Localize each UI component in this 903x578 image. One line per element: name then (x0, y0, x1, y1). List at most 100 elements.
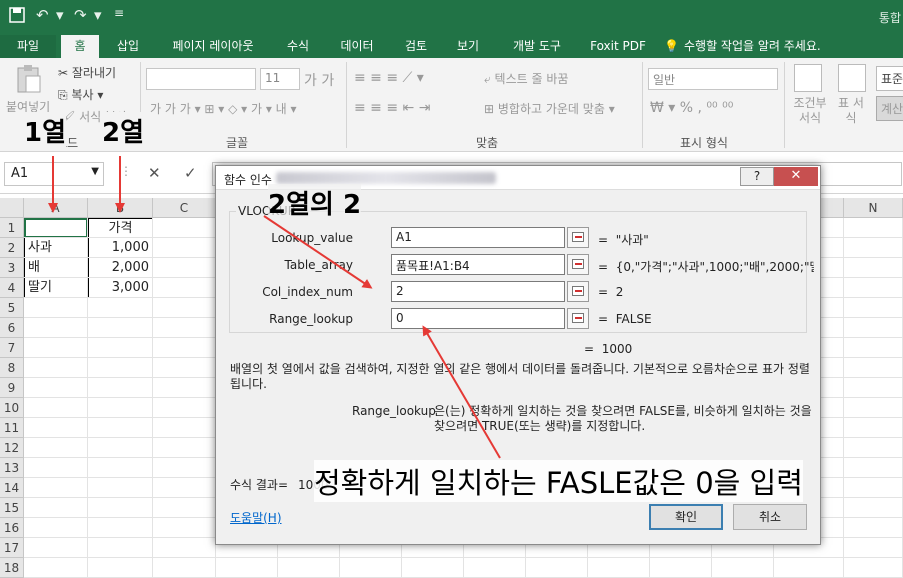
conditional-format-button[interactable]: 조건부 서식 (790, 96, 830, 126)
equals-sign: = (598, 233, 609, 247)
cell-a4[interactable]: 딸기 (24, 278, 88, 298)
table-array-input[interactable]: 품목표!A1:B4 (391, 254, 565, 275)
format-as-table-icon[interactable] (838, 64, 866, 92)
style-calculation[interactable]: 계산 (876, 96, 903, 121)
redo-icon[interactable]: ↷ (74, 6, 87, 24)
wrap-text-button[interactable]: ⤶ 텍스트 줄 바꿈 (484, 70, 568, 87)
column-header[interactable]: A (24, 198, 88, 218)
tell-me-search[interactable]: 수행할 작업을 알려 주세요. (684, 35, 844, 58)
row-header[interactable]: 3 (0, 258, 24, 278)
tab-review[interactable]: 검토 (396, 35, 436, 58)
range-lookup-input[interactable]: 0 (391, 308, 565, 329)
range-selector-icon[interactable] (567, 281, 589, 302)
grow-font-icon[interactable]: 가 가 (304, 70, 334, 90)
horizontal-align-icons[interactable]: ≡ ≡ ≡ ⇤ ⇥ (354, 100, 430, 116)
tab-insert[interactable]: 삽입 (108, 35, 148, 58)
undo-dropdown-icon[interactable]: ▾ (56, 6, 64, 24)
row-header[interactable]: 5 (0, 298, 24, 318)
row-header[interactable]: 7 (0, 338, 24, 358)
table-array-label: Table_array (284, 258, 354, 272)
customize-qat-icon[interactable]: ≡ (114, 6, 124, 20)
format-as-table-button[interactable]: 표 서식 (836, 96, 866, 126)
number-format-combo[interactable]: 일반 (648, 68, 778, 90)
tab-foxit-pdf[interactable]: Foxit PDF (584, 35, 652, 58)
row-header[interactable]: 17 (0, 538, 24, 558)
cut-label: 잘라내기 (71, 66, 117, 80)
column-header[interactable]: B (88, 198, 153, 218)
cell-a2[interactable]: 사과 (24, 238, 88, 258)
row-header[interactable]: 13 (0, 458, 24, 478)
enter-icon[interactable]: ✓ (184, 164, 197, 182)
divider (642, 62, 643, 148)
lookup-value-input[interactable]: A1 (391, 227, 565, 248)
select-all-corner[interactable] (0, 198, 24, 218)
cancel-icon[interactable]: ✕ (148, 164, 161, 182)
lookup-value-result-text: "사과" (615, 233, 649, 247)
vertical-align-icons[interactable]: ≡ ≡ ≡ ⟋ ▾ (354, 70, 424, 86)
ok-button[interactable]: 확인 (649, 504, 723, 530)
help-button[interactable]: ? (740, 167, 774, 186)
copy-icon: ⎘ (58, 88, 72, 102)
range-selector-icon[interactable] (567, 308, 589, 329)
tab-formulas[interactable]: 수식 (278, 35, 318, 58)
paste-icon[interactable] (14, 64, 44, 96)
column-header[interactable]: N (844, 198, 903, 218)
row-header[interactable]: 2 (0, 238, 24, 258)
close-button[interactable]: ✕ (774, 167, 818, 186)
tab-page-layout[interactable]: 페이지 레이아웃 (160, 35, 266, 58)
divider (784, 62, 785, 148)
row-header[interactable]: 14 (0, 478, 24, 498)
merge-center-button[interactable]: ⊞ 병합하고 가운데 맞춤 ▾ (484, 100, 615, 117)
cell-b1[interactable]: 가격 (88, 218, 153, 238)
row-header[interactable]: 1 (0, 218, 24, 238)
font-name-combo[interactable] (146, 68, 256, 90)
cancel-button[interactable]: 취소 (733, 504, 807, 530)
title-bar: ↶ ▾ ↷ ▾ ≡ 통합 (0, 0, 903, 32)
range-selector-icon[interactable] (567, 227, 589, 248)
blurred-formula-preview (276, 172, 496, 184)
merge-icon: ⊞ (484, 102, 498, 116)
range-selector-icon[interactable] (567, 254, 589, 275)
row-header[interactable]: 9 (0, 378, 24, 398)
row-header[interactable]: 10 (0, 398, 24, 418)
number-format-icons[interactable]: ₩ ▾ % , ⁰⁰ ⁰⁰ (650, 100, 733, 116)
col-index-input[interactable]: 2 (391, 281, 565, 302)
copy-button[interactable]: ⎘ 복사 ▾ (58, 86, 103, 103)
arguments-group: VLOOKUP Lookup_value A1 = "사과" Table_arr… (229, 204, 814, 333)
row-header[interactable]: 15 (0, 498, 24, 518)
font-size-combo[interactable]: 11 (260, 68, 300, 90)
cell-a3[interactable]: 배 (24, 258, 88, 278)
help-link[interactable]: 도움말(H) (230, 511, 282, 526)
tab-developer[interactable]: 개발 도구 (500, 35, 574, 58)
row-header[interactable]: 18 (0, 558, 24, 578)
row-header[interactable]: 6 (0, 318, 24, 338)
redo-dropdown-icon[interactable]: ▾ (94, 6, 102, 24)
gridline (843, 218, 844, 578)
cell-b3[interactable]: 2,000 (88, 258, 153, 278)
row-header[interactable]: 12 (0, 438, 24, 458)
row-header[interactable]: 4 (0, 278, 24, 298)
row-header[interactable]: 16 (0, 518, 24, 538)
bold-italic-underline[interactable]: 가 가 가 ▾ ⊞ ▾ ◇ ▾ 가 ▾ 내 ▾ (150, 100, 297, 117)
table-array-result: = {0,"가격";"사과",1000;"배",2000;"딸기 (598, 258, 814, 275)
name-box[interactable]: A1 ▼ (4, 162, 104, 186)
tab-home[interactable]: 홈 (61, 35, 99, 58)
name-box-value: A1 (11, 166, 29, 181)
row-header[interactable]: 8 (0, 358, 24, 378)
tab-view[interactable]: 보기 (448, 35, 488, 58)
cell-b2[interactable]: 1,000 (88, 238, 153, 258)
tab-data[interactable]: 데이터 (330, 35, 384, 58)
save-icon[interactable] (8, 6, 26, 28)
scissors-icon: ✂ (58, 66, 72, 80)
cut-button[interactable]: ✂ 잘라내기 (58, 64, 116, 81)
undo-icon[interactable]: ↶ (36, 6, 49, 24)
conditional-format-icon[interactable] (794, 64, 822, 92)
tab-file[interactable]: 파일 (0, 35, 56, 58)
column-header[interactable]: C (153, 198, 216, 218)
lightbulb-icon: 💡 (664, 39, 679, 53)
cell-b4[interactable]: 3,000 (88, 278, 153, 298)
row-header[interactable]: 11 (0, 418, 24, 438)
ribbon-tabs: 파일 홈 삽입 페이지 레이아웃 수식 데이터 검토 보기 개발 도구 Foxi… (0, 32, 903, 58)
lookup-value-result: = "사과" (598, 231, 814, 248)
style-normal[interactable]: 표준 (876, 66, 903, 91)
